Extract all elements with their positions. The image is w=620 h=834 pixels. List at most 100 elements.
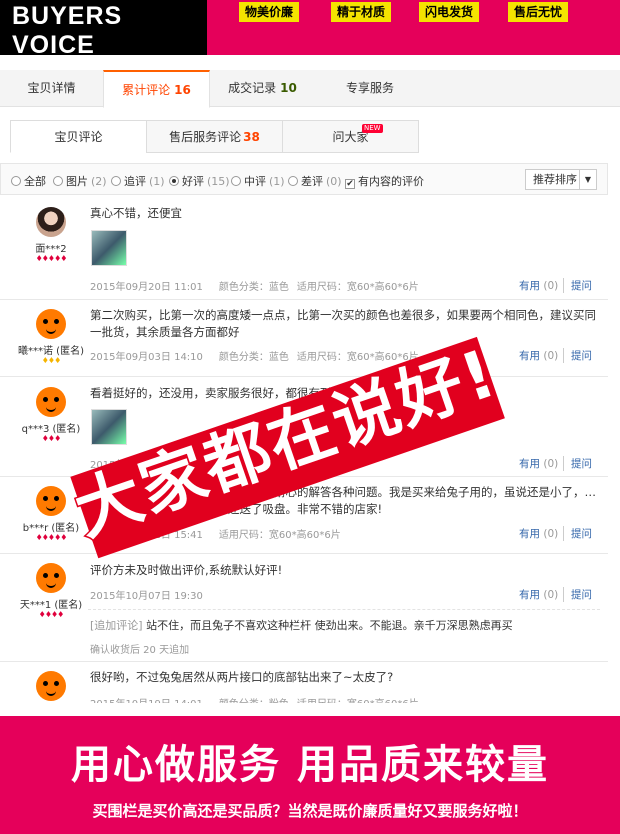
filter-count: (0) (326, 175, 342, 188)
filter-images[interactable]: 图片 (2) (53, 173, 107, 189)
filter-with-content[interactable]: ✔ 有内容的评价 (345, 173, 424, 189)
tab-label: 成交记录 (228, 81, 277, 95)
bottom-banner: 用心做服务 用品质来较量 买围栏是买价高还是买品质？当然是既价廉质量好又要服务好… (0, 716, 620, 834)
review-text: 看着挺好的，还没用，卖家服务很好，都很有耐心的解答，会追评的 (90, 386, 435, 400)
banner-tag: 闪电发货 (419, 2, 480, 22)
radio-icon (231, 176, 241, 186)
sort-dropdown[interactable]: 推荐排序 ▼ (525, 169, 597, 190)
review-meta: 2015年09月12日 15:41 适用尺码：宽60*高60*6片 (90, 526, 341, 541)
avatar (36, 563, 66, 593)
append-label: [追加评论] (90, 619, 143, 632)
review-color: 颜色分类：蓝色 (218, 282, 289, 293)
filter-neutral[interactable]: 中评 (1) (231, 173, 285, 189)
reviewer-name: 曦***诺 (匿名) (18, 346, 84, 357)
review-item: 天***1 (匿名) ♦♦♦♦ 评价方未及时做出评价,系统默认好评! 2015年… (0, 554, 608, 662)
radio-icon (111, 176, 121, 186)
review-date: 2015年09月12日 15:41 (90, 530, 203, 541)
tab-transactions[interactable]: 成交记录 10 (210, 70, 315, 107)
review-meta: 2015年10月07日 19:30 (90, 587, 203, 602)
review-meta: 2015年09月03日 14:10 颜色分类：蓝色 适用尺码：宽60*高60*6片 (90, 348, 419, 363)
banner-tag: 物美价廉 (239, 2, 300, 22)
useful-link[interactable]: 有用 (0) (519, 587, 558, 602)
review-item: 曦***诺 (匿名) ♦♦♦ 第二次购买，比第一次的高度矮一点点，比第一次买的颜… (0, 300, 608, 377)
ask-link[interactable]: 提问 (563, 348, 592, 363)
filter-followup[interactable]: 追评 (1) (111, 173, 165, 189)
filter-positive[interactable]: 好评 (15) (169, 173, 230, 189)
tab-reviews[interactable]: 累计评论 16 (103, 70, 210, 108)
radio-icon (11, 176, 21, 186)
rank-icons: ♦♦♦ (41, 434, 62, 443)
ask-link[interactable]: 提问 (563, 456, 592, 471)
tab-label: 累计评论 (122, 83, 171, 97)
useful-link[interactable]: 有用 (0) (519, 456, 558, 471)
filter-label: 图片 (66, 175, 88, 188)
useful-label: 有用 (519, 280, 540, 292)
review-date: 2015年09月20日 11:01 (90, 282, 203, 293)
append-text: 站不住，而且兔子不喜欢这种栏杆 使劲出来。不能退。亲千万深思熟虑再买 (146, 619, 513, 632)
subtab-ask-everyone[interactable]: 问大家 (282, 120, 419, 153)
rank-icons: ♦♦♦♦ (38, 610, 65, 619)
filter-negative[interactable]: 差评 (0) (288, 173, 342, 189)
top-banner: BUYERS VOICE 物美价廉 精于材质 闪电发货 售后无忧 (0, 0, 620, 59)
ask-link[interactable]: 提问 (563, 278, 592, 293)
filter-count: (2) (91, 175, 107, 188)
useful-count: (0) (543, 589, 559, 601)
new-badge: NEW (362, 124, 383, 133)
filter-count: (15) (207, 175, 230, 188)
useful-label: 有用 (519, 350, 540, 362)
tab-label: 专享服务 (345, 81, 394, 95)
subtab-count: 38 (243, 130, 260, 144)
rank-icons: ♦♦♦♦♦ (35, 254, 68, 263)
radio-icon (53, 176, 63, 186)
subtab-aftersales-reviews[interactable]: 售后服务评论 38 (146, 120, 283, 153)
subtab-item-reviews[interactable]: 宝贝评论 (10, 120, 147, 153)
subtab-label: 售后服务评论 (169, 130, 242, 144)
avatar (36, 207, 66, 237)
radio-icon (288, 176, 298, 186)
tab-count: 16 (174, 83, 191, 97)
checkbox-checked-icon: ✔ (345, 179, 355, 189)
slogan: 用心做服务 用品质来较量 (71, 742, 549, 788)
reviewer-name: b***r (匿名) (22, 523, 80, 534)
append-divider (88, 609, 600, 610)
useful-label: 有用 (519, 458, 540, 470)
caret-down-icon: ▼ (579, 170, 596, 189)
filter-label: 追评 (124, 175, 146, 188)
review-text: 很好哟，不过兔兔居然从两片接口的底部钻出来了~太皮了? (90, 670, 394, 684)
bottom-note: 买围栏是买价高还是买品质？当然是既价廉质量好又要服务好啦！ (92, 802, 528, 820)
review-date: 2015年10月07日 19:30 (90, 591, 203, 602)
useful-link[interactable]: 有用 (0) (519, 348, 558, 363)
tab-label: 宝贝详情 (27, 81, 76, 95)
review-date: 2015年08月13日 14:28 (90, 460, 203, 471)
radio-selected-icon (169, 176, 179, 186)
filter-label: 全部 (24, 175, 46, 188)
review-photo-thumb[interactable] (91, 230, 127, 266)
useful-link[interactable]: 有用 (0) (519, 278, 558, 293)
filter-label: 好评 (182, 175, 204, 188)
useful-count: (0) (543, 280, 559, 292)
review-text: 东西超大，第一次收到东西…客服很耐心的解答各种问题。我是买来给兔子用的，虽说还是… (90, 485, 596, 516)
review-text: 真心不错，还便宜 (90, 206, 182, 220)
ask-link[interactable]: 提问 (563, 526, 592, 541)
sub-tabs: 宝贝评论 售后服务评论 38 问大家 (10, 120, 610, 153)
avatar (36, 671, 66, 701)
review-text: 评价方未及时做出评价,系统默认好评! (90, 563, 283, 577)
useful-label: 有用 (519, 528, 540, 540)
useful-link[interactable]: 有用 (0) (519, 526, 558, 541)
banner-tag: 售后无忧 (508, 2, 569, 22)
tab-details[interactable]: 宝贝详情 (0, 70, 103, 107)
filter-all[interactable]: 全部 (11, 173, 49, 189)
ask-link[interactable]: 提问 (563, 587, 592, 602)
banner-tag: 精于材质 (331, 2, 392, 22)
filter-count: (1) (269, 175, 285, 188)
filter-bar: 全部 图片 (2) 追评 (1) 好评 (15) 中评 (1) 差评 (0) ✔ 有内容的评… (0, 163, 608, 195)
review-size: 适用尺码：宽60*高60*6片 (218, 530, 341, 541)
useful-label: 有用 (519, 589, 540, 601)
review-text: 第二次购买，比第一次的高度矮一点点，比第一次买的颜色也差很多，如果要两个相同色，… (90, 308, 596, 339)
review-item: 面***2 ♦♦♦♦♦ 真心不错，还便宜 2015年09月20日 11:01 颜色… (0, 196, 608, 300)
tab-services[interactable]: 专享服务 (315, 70, 425, 107)
reviewer-name: q***3 (匿名) (21, 424, 81, 435)
useful-count: (0) (543, 350, 559, 362)
rank-icons: ♦♦♦ (41, 356, 62, 365)
review-photo-thumb[interactable] (91, 409, 127, 445)
